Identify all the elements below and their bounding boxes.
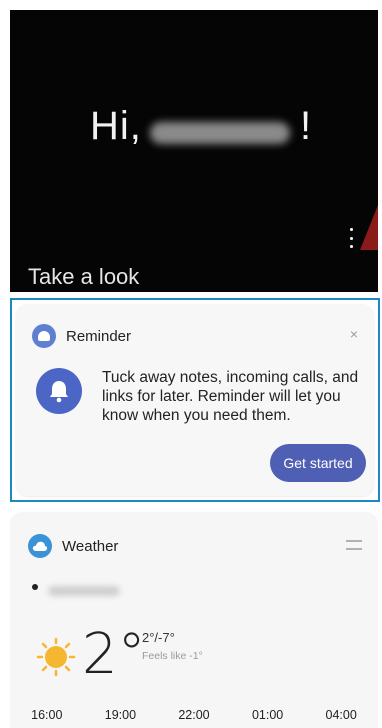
greeting-text: Hi, xyxy=(90,104,142,148)
weather-title: Weather xyxy=(62,538,119,555)
hourly-forecast: 16:00 19:00 22:00 01:00 04:00 xyxy=(10,708,378,722)
forecast-time: 01:00 xyxy=(251,708,284,722)
section-heading: Take a look xyxy=(28,264,140,289)
decorative-accent xyxy=(360,200,378,250)
reminder-card[interactable]: Reminder × Tuck away notes, incoming cal… xyxy=(16,304,374,496)
bell-icon xyxy=(36,368,82,414)
more-options-icon[interactable] xyxy=(347,228,355,248)
forecast-time: 22:00 xyxy=(178,708,210,722)
greeting-exclamation: ! xyxy=(300,104,312,148)
reminder-app-icon xyxy=(32,324,56,348)
sun-icon xyxy=(36,637,76,677)
drag-handle-icon[interactable] xyxy=(346,540,362,550)
forecast-time: 16:00 xyxy=(31,708,63,722)
high-low-temperature: 2°/-7° xyxy=(142,630,175,645)
reminder-title: Reminder xyxy=(66,328,132,345)
blurred-location xyxy=(48,586,120,596)
feels-like: Feels like -1° xyxy=(142,650,203,662)
greeting-panel: Hi, ! Take a look xyxy=(10,10,378,292)
blurred-user-name xyxy=(150,122,290,144)
weather-card[interactable]: Weather 2° 2°/-7° Feels like -1° 16:00 1… xyxy=(10,512,378,728)
forecast-time: 04:00 xyxy=(325,708,357,722)
close-icon[interactable]: × xyxy=(350,326,358,342)
reminder-card-highlight: Reminder × Tuck away notes, incoming cal… xyxy=(10,298,380,502)
current-temperature: 2° xyxy=(82,622,146,687)
get-started-button[interactable]: Get started xyxy=(270,444,366,482)
reminder-description: Tuck away notes, incoming calls, and lin… xyxy=(102,369,359,424)
location-pin-icon xyxy=(32,584,38,590)
weather-app-icon xyxy=(28,534,52,558)
forecast-time: 19:00 xyxy=(104,708,137,722)
screen: Hi, ! Take a look Reminder × Tuck away n… xyxy=(0,0,382,728)
